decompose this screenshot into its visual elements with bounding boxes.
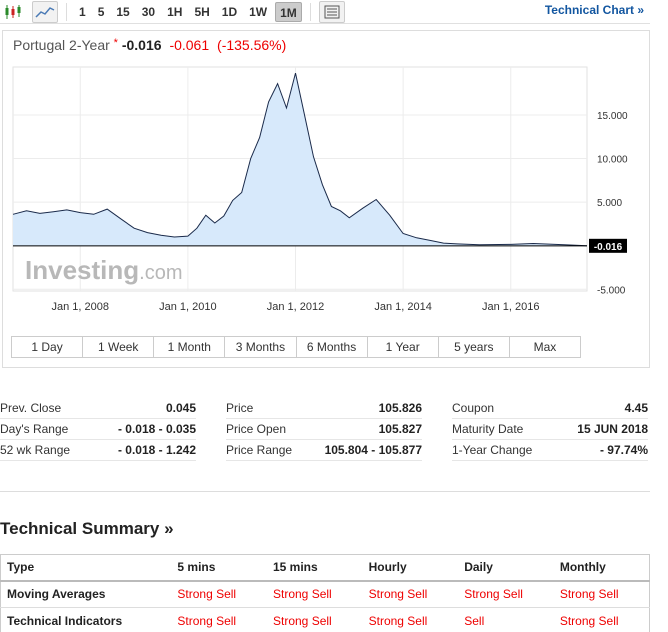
technical-summary-table: Type 5 mins 15 mins Hourly Daily Monthly Movi… [0,554,650,632]
range-1-year[interactable]: 1 Year [367,337,439,357]
timeframe-5[interactable]: 5 [94,2,109,22]
y-tick-label: 10.000 [597,155,628,166]
x-tick-label: Jan 1, 2014 [374,301,432,313]
table-header-row: Type 5 mins 15 mins Hourly Daily Monthly [0,554,650,582]
signal-cell: Strong Sell [171,580,267,608]
timeframe-1w[interactable]: 1W [245,2,271,22]
stat-row: Day's Range - 0.018 - 0.035 [0,419,196,440]
column-header: Type [0,554,172,582]
signal-cell: Strong Sell [553,580,650,608]
column-header: Monthly [553,554,650,582]
row-type: Technical Indicators [0,607,172,632]
stat-value: 0.045 [165,401,196,415]
stat-row: Prev. Close 0.045 [0,398,196,419]
column-header: 5 mins [171,554,267,582]
stat-label: Price [226,401,254,415]
stat-label: Coupon [452,401,495,415]
stat-label: 1-Year Change [452,443,533,457]
stat-row: 1-Year Change - 97.74% [452,440,648,461]
stat-value: 105.827 [378,422,422,436]
technical-chart-link[interactable]: Technical Chart » [545,3,644,17]
stat-value: - 0.018 - 1.242 [117,443,196,457]
stats-column-1: Prev. Close 0.045 Day's Range - 0.018 - 0.0… [0,398,196,461]
settings-panel-icon[interactable] [318,0,345,23]
timeframe-30[interactable]: 30 [138,2,159,22]
candlestick-icon[interactable] [0,1,26,23]
range-1-month[interactable]: 1 Month [154,337,226,357]
stat-label: 52 wk Range [0,443,71,457]
range-1-day[interactable]: 1 Day [12,337,84,357]
price-change-percent: (-135.56%) [217,37,287,53]
stat-label: Day's Range [0,422,69,436]
stat-row: 52 wk Range - 0.018 - 1.242 [0,440,196,461]
range-max[interactable]: Max [509,337,580,357]
stat-row: Price Range 105.804 - 105.877 [226,440,422,461]
y-tick-label: -5.000 [597,285,626,296]
current-price-label: -0.016 [594,242,623,253]
chart-toolbar: 1 5 15 30 1H 5H 1D 1W 1M Technical Chart » [0,0,650,24]
column-header: Hourly [362,554,459,582]
column-header: 15 mins [267,554,363,582]
x-tick-label: Jan 1, 2010 [159,301,217,313]
stat-label: Maturity Date [452,422,524,436]
watermark-suffix: .com [139,262,182,284]
quote-header: Portugal 2-Year * -0.016 -0.061 (-135.56… [13,37,286,53]
stats-column-2: Price 105.826 Price Open 105.827 Price Range… [226,398,422,461]
chart-panel: 15.000 10.000 5.000 -5.000 Jan 1, 2008 Jan 1,… [2,30,650,368]
stat-value: 4.45 [624,401,648,415]
signal-cell: Strong Sell [267,580,363,608]
timeframe-15[interactable]: 15 [112,2,133,22]
x-tick-label: Jan 1, 2012 [267,301,325,313]
signal-cell: Strong Sell [458,580,554,608]
stat-row: Maturity Date 15 JUN 2018 [452,419,648,440]
stat-row: Price 105.826 [226,398,422,419]
signal-cell: Strong Sell [553,607,650,632]
x-tick-label: Jan 1, 2016 [482,301,540,313]
stat-value: 105.804 - 105.877 [324,443,422,457]
stat-value: - 0.018 - 0.035 [117,422,196,436]
price-change: -0.061 [169,37,210,53]
stat-value: 105.826 [378,401,422,415]
timeframe-1d[interactable]: 1D [218,2,241,22]
y-tick-label: 5.000 [597,198,622,209]
toolbar-divider [309,2,311,21]
timeframe-1m[interactable]: 1M [275,1,302,22]
timeframe-1[interactable]: 1 [75,2,90,22]
row-type: Moving Averages [0,580,172,608]
signal-cell: Strong Sell [362,580,459,608]
range-6-months[interactable]: 6 Months [296,337,368,357]
line-chart-icon[interactable] [32,0,58,23]
stat-label: Price Open [226,422,287,436]
stat-row: Price Open 105.827 [226,419,422,440]
instrument-name: Portugal 2-Year [13,37,110,53]
signal-cell: Sell [458,607,554,632]
stats-column-3: Coupon 4.45 Maturity Date 15 JUN 2018 1-Year… [452,398,648,461]
stat-value: - 97.74% [599,443,648,457]
signal-cell: Strong Sell [171,607,267,632]
last-price: -0.016 [121,37,162,53]
y-tick-label: 15.000 [597,111,628,122]
stat-label: Prev. Close [0,401,62,415]
range-selector: 1 Day 1 Week 1 Month 3 Months 6 Months 1 Year… [11,336,581,358]
x-tick-label: Jan 1, 2008 [52,301,110,313]
range-1-week[interactable]: 1 Week [83,337,155,357]
timeframe-1h[interactable]: 1H [163,2,186,22]
table-row: Moving Averages Strong Sell Strong Sell Str… [0,580,650,608]
price-chart[interactable]: 15.000 10.000 5.000 -5.000 Jan 1, 2008 Jan 1,… [3,31,649,331]
range-5-years[interactable]: 5 years [438,337,510,357]
technical-summary-title[interactable]: Technical Summary » [0,519,174,539]
range-3-months[interactable]: 3 Months [225,337,297,357]
stat-row: Coupon 4.45 [452,398,648,419]
signal-cell: Strong Sell [267,607,363,632]
realtime-star: * [113,37,118,49]
column-header: Daily [458,554,554,582]
signal-cell: Strong Sell [362,607,459,632]
table-row: Technical Indicators Strong Sell Strong Se… [0,607,650,632]
stat-label: Price Range [226,443,293,457]
toolbar-divider [66,2,67,21]
stat-value: 15 JUN 2018 [577,422,648,436]
watermark-brand: Investing [25,255,139,285]
timeframe-5h[interactable]: 5H [190,2,213,22]
section-divider [0,491,650,492]
